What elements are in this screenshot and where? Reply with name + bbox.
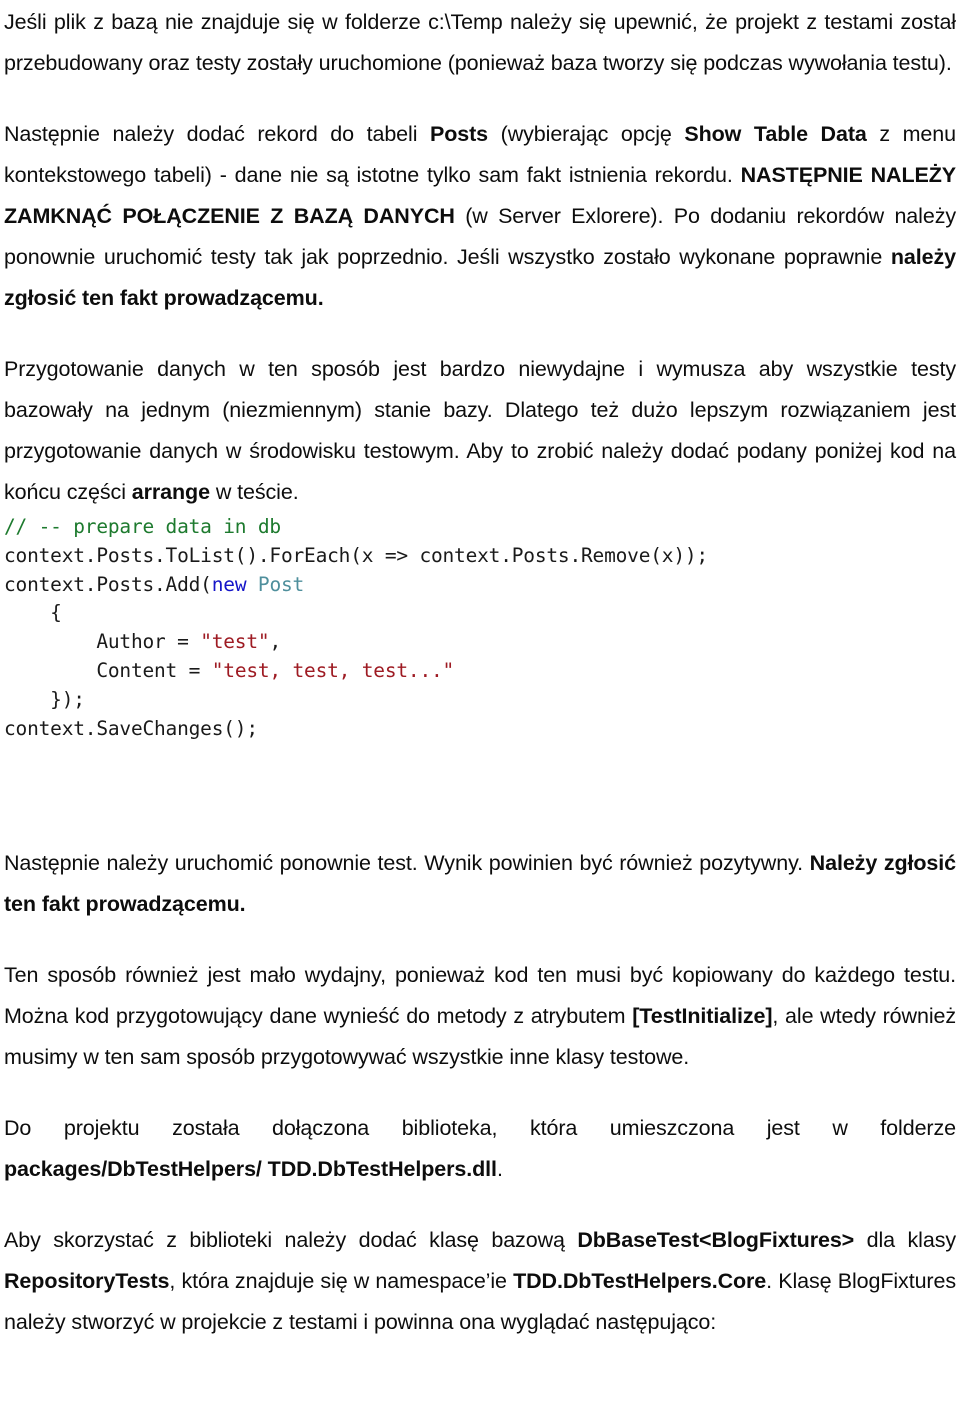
code-token-plain: { [4,601,62,625]
text-run-bold: packages/DbTestHelpers/ TDD.DbTestHelper… [4,1157,497,1182]
paragraph-rerun-test-result: Następnie należy uruchomić ponownie test… [4,843,956,925]
paragraph-testinitialize-attribute: Ten sposób również jest mało wydajny, po… [4,955,956,1078]
text-run-bold: RepositoryTests [4,1269,170,1294]
text-run-bold: DbBaseTest<BlogFixtures> [577,1228,855,1253]
code-token-plain: }); [4,687,85,711]
document-body: Jeśli plik z bazą nie znajduje się w fol… [4,2,956,1343]
text-run: Aby skorzystać z biblioteki należy dodać… [4,1228,578,1253]
text-run-bold: Posts [429,122,489,146]
text-run: dla klasy [854,1228,956,1253]
code-token-plain: Content = [4,658,212,682]
code-token-keyword: new [211,572,247,596]
paragraphs-after-code: Następnie należy uruchomić ponownie test… [4,843,956,1343]
text-run: Następnie należy uruchomić ponownie test… [4,851,810,876]
code-token-plain: context.Posts.ToList().ForEach(x => cont… [4,543,708,567]
code-token-string: "test, test, test..." [211,658,455,682]
code-token-string: "test" [200,630,270,654]
paragraphs-before-code: Jeśli plik z bazą nie znajduje się w fol… [4,2,956,513]
code-token-plain: , [269,630,281,654]
paragraph-add-record-posts: Następnie należy dodać rekord do tabeli … [4,114,956,319]
code-token-plain: context.Posts.Add( [4,572,212,596]
text-run: . [496,1157,503,1182]
code-sample-prepare-data: // -- prepare data in db context.Posts.T… [4,513,956,743]
text-run: Jeśli plik z bazą nie znajduje się w fol… [4,10,956,75]
text-run-bold: TDD.DbTestHelpers.Core [513,1269,767,1294]
text-run-bold: [TestInitialize] [632,1004,773,1029]
text-run-bold: arrange [131,480,210,504]
text-run: Do projektu została dołączona biblioteka… [4,1116,956,1141]
paragraph-dbbasetest-usage: Aby skorzystać z biblioteki należy dodać… [4,1220,956,1343]
paragraph-db-file-location: Jeśli plik z bazą nie znajduje się w fol… [4,2,956,84]
document-page: Jeśli plik z bazą nie znajduje się w fol… [0,0,960,1423]
code-token-type: Post [257,572,305,596]
text-run-bold: Show Table Data [684,122,867,146]
paragraph-library-location: Do projektu została dołączona biblioteka… [4,1108,956,1190]
code-token-plain: Author = [4,630,201,654]
text-run: w teście. [209,480,299,504]
text-run: (wybierając opcję [488,122,685,146]
text-run: , która znajduje się w namespace’ie [169,1269,514,1294]
text-run: Następnie należy dodać rekord do tabeli [4,122,430,146]
code-block-spacer [4,781,956,843]
paragraph-data-preparation-inefficient: Przygotowanie danych w ten sposób jest b… [4,349,956,513]
code-token-comment: // -- prepare data in db [4,515,281,538]
code-token-plain: context.SaveChanges(); [4,716,258,740]
